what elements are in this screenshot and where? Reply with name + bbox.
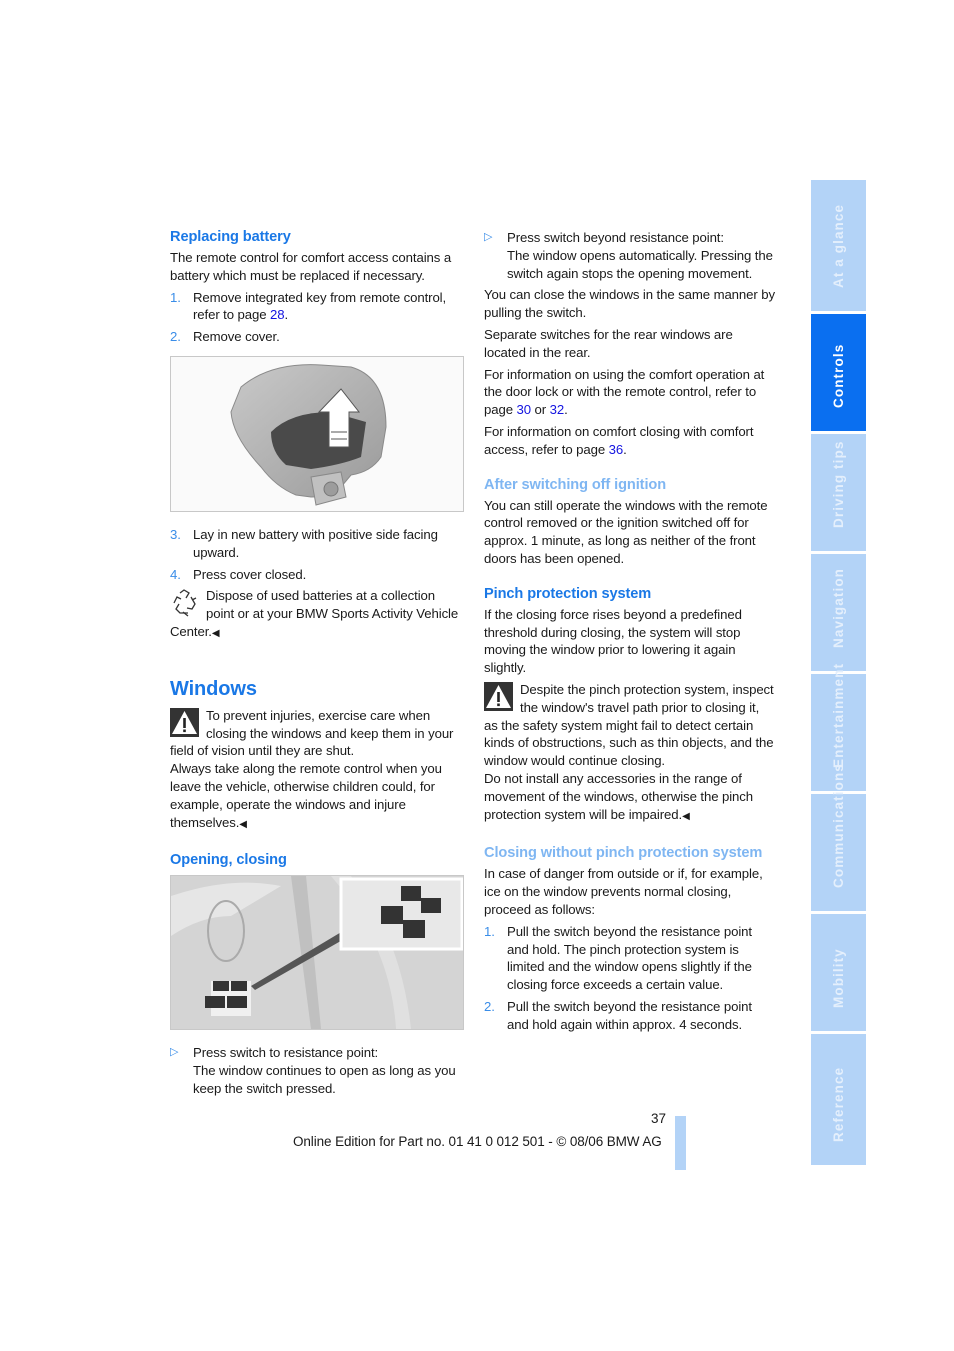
warning-text-1: To prevent injuries, exercise care when …: [170, 707, 454, 759]
right-column: ▷ Press switch beyond resistance point: …: [484, 229, 776, 1037]
warning-text-2: Always take along the remote control whe…: [170, 761, 442, 830]
remote-control-illustration: [230, 364, 387, 506]
list-item: 2. Remove cover.: [170, 328, 462, 346]
step-text: Lay in new battery with positive side fa…: [193, 526, 438, 560]
step-number: 2.: [170, 329, 181, 345]
close-same-manner-text: You can close the windows in the same ma…: [484, 287, 775, 321]
window-switches-figure: [170, 875, 464, 1031]
step-number: 3.: [170, 526, 181, 542]
comfort-closing-info-text: For information on comfort closing with …: [484, 423, 776, 459]
tab-driving-tips[interactable]: Driving tips: [811, 434, 866, 551]
remote-battery-figure: [170, 355, 464, 512]
tab-reference[interactable]: Reference: [811, 1034, 866, 1165]
tab-controls[interactable]: Controls: [811, 314, 866, 431]
step-text-end: .: [284, 307, 289, 323]
bullet-text: The window continues to open as long as …: [193, 1063, 456, 1096]
step-text: Remove cover.: [193, 329, 280, 345]
step-text: Pull the switch beyond the resistance po…: [507, 923, 752, 993]
section-heading-after-ignition: After switching off ignition: [484, 476, 667, 493]
warning-note: Despite the pinch protection system, ins…: [484, 681, 776, 825]
tab-navigation[interactable]: Navigation: [811, 554, 866, 671]
tab-label: Navigation: [830, 567, 846, 648]
recycle-icon: [170, 588, 199, 618]
after-ignition-text: You can still operate the windows with t…: [484, 497, 768, 566]
step-number: 1.: [170, 289, 181, 305]
warning-icon: [484, 681, 513, 712]
tab-label: Entertainment: [830, 662, 846, 768]
tab-mobility[interactable]: Mobility: [811, 914, 866, 1031]
list-item: 2. Pull the switch beyond the resistance…: [484, 998, 776, 1034]
warning-text-1: Despite the pinch protection system, ins…: [484, 681, 774, 769]
tab-label: At a glance: [830, 203, 846, 288]
tab-at-a-glance[interactable]: At a glance: [811, 180, 866, 311]
section-heading-closing-without-pinch: Closing without pinch protection system: [484, 845, 763, 862]
section-heading-opening-closing: Opening, closing: [170, 852, 287, 869]
step-text: Remove integrated key from remote contro…: [193, 289, 447, 323]
step-text: Pull the switch beyond the resistance po…: [507, 998, 752, 1032]
page-link-30[interactable]: 30: [517, 402, 532, 417]
page-number: 37: [651, 1111, 667, 1126]
pinch-protection-text: If the closing force rises beyond a pred…: [484, 606, 742, 676]
warning-icon: [170, 707, 199, 738]
comfort-info-after: .: [564, 402, 568, 418]
page-link-28[interactable]: 28: [270, 307, 285, 322]
edition-footer: Online Edition for Part no. 01 41 0 012 …: [293, 1134, 662, 1149]
page-link-36[interactable]: 36: [609, 442, 624, 457]
warning-note: To prevent injuries, exercise care when …: [170, 707, 462, 834]
disposal-note: Dispose of used batteries at a collectio…: [170, 587, 462, 642]
step-number: 4.: [170, 566, 181, 582]
comfort-info-middle: or: [530, 402, 550, 418]
list-item: 1. Pull the switch beyond the resistance…: [484, 923, 776, 994]
footer-accent-bar: [675, 1116, 686, 1170]
list-item: 4. Press cover closed.: [170, 566, 462, 584]
bullet-triangle-icon: ▷: [170, 1046, 179, 1059]
list-item: ▷ Press switch beyond resistance point: …: [484, 229, 776, 282]
tab-communications[interactable]: Communications: [811, 763, 866, 911]
door-panel-illustration: [171, 876, 463, 1030]
replacing-battery-intro: The remote control for comfort access co…: [170, 250, 452, 283]
list-item: 1. Remove integrated key from remote con…: [170, 289, 462, 325]
list-item: ▷ Press switch to resistance point: The …: [170, 1044, 462, 1097]
tab-label: Controls: [830, 343, 846, 408]
comfort-closing-after: .: [623, 441, 627, 457]
end-mark-icon: ◀: [239, 818, 247, 830]
end-mark-icon: ◀: [211, 627, 220, 639]
step-number: 2.: [484, 998, 495, 1014]
bullet-title: Press switch beyond resistance point:: [507, 230, 724, 245]
tab-label: Reference: [830, 1066, 846, 1142]
step-number: 1.: [484, 923, 495, 939]
page-link-32[interactable]: 32: [550, 402, 565, 417]
step-text: Press cover closed.: [193, 566, 307, 582]
tab-label: Driving tips: [830, 440, 846, 528]
warning-text-2: Do not install any accessories in the ra…: [484, 770, 754, 822]
tab-label: Mobility: [830, 948, 846, 1008]
section-heading-pinch-protection: Pinch protection system: [484, 585, 652, 602]
rear-switches-text: Separate switches for the rear windows a…: [484, 326, 733, 360]
comfort-info-text: For information on using the comfort ope…: [484, 366, 776, 419]
bullet-text: The window opens automatically. Pressing…: [507, 247, 773, 281]
chapter-tabs: At a glance Controls Driving tips Naviga…: [811, 180, 866, 1168]
end-mark-icon: ◀: [682, 810, 690, 822]
bullet-triangle-icon: ▷: [484, 231, 493, 243]
bullet-title: Press switch to resistance point:: [193, 1045, 379, 1061]
tab-label: Communications: [830, 763, 846, 888]
page-title-windows: Windows: [170, 677, 257, 700]
left-column: Replacing battery The remote control for…: [170, 229, 464, 1102]
closing-without-pinch-intro: In case of danger from outside or if, fo…: [484, 866, 763, 917]
list-item: 3. Lay in new battery with positive side…: [170, 526, 462, 562]
section-heading-replacing-battery: Replacing battery: [170, 229, 291, 245]
